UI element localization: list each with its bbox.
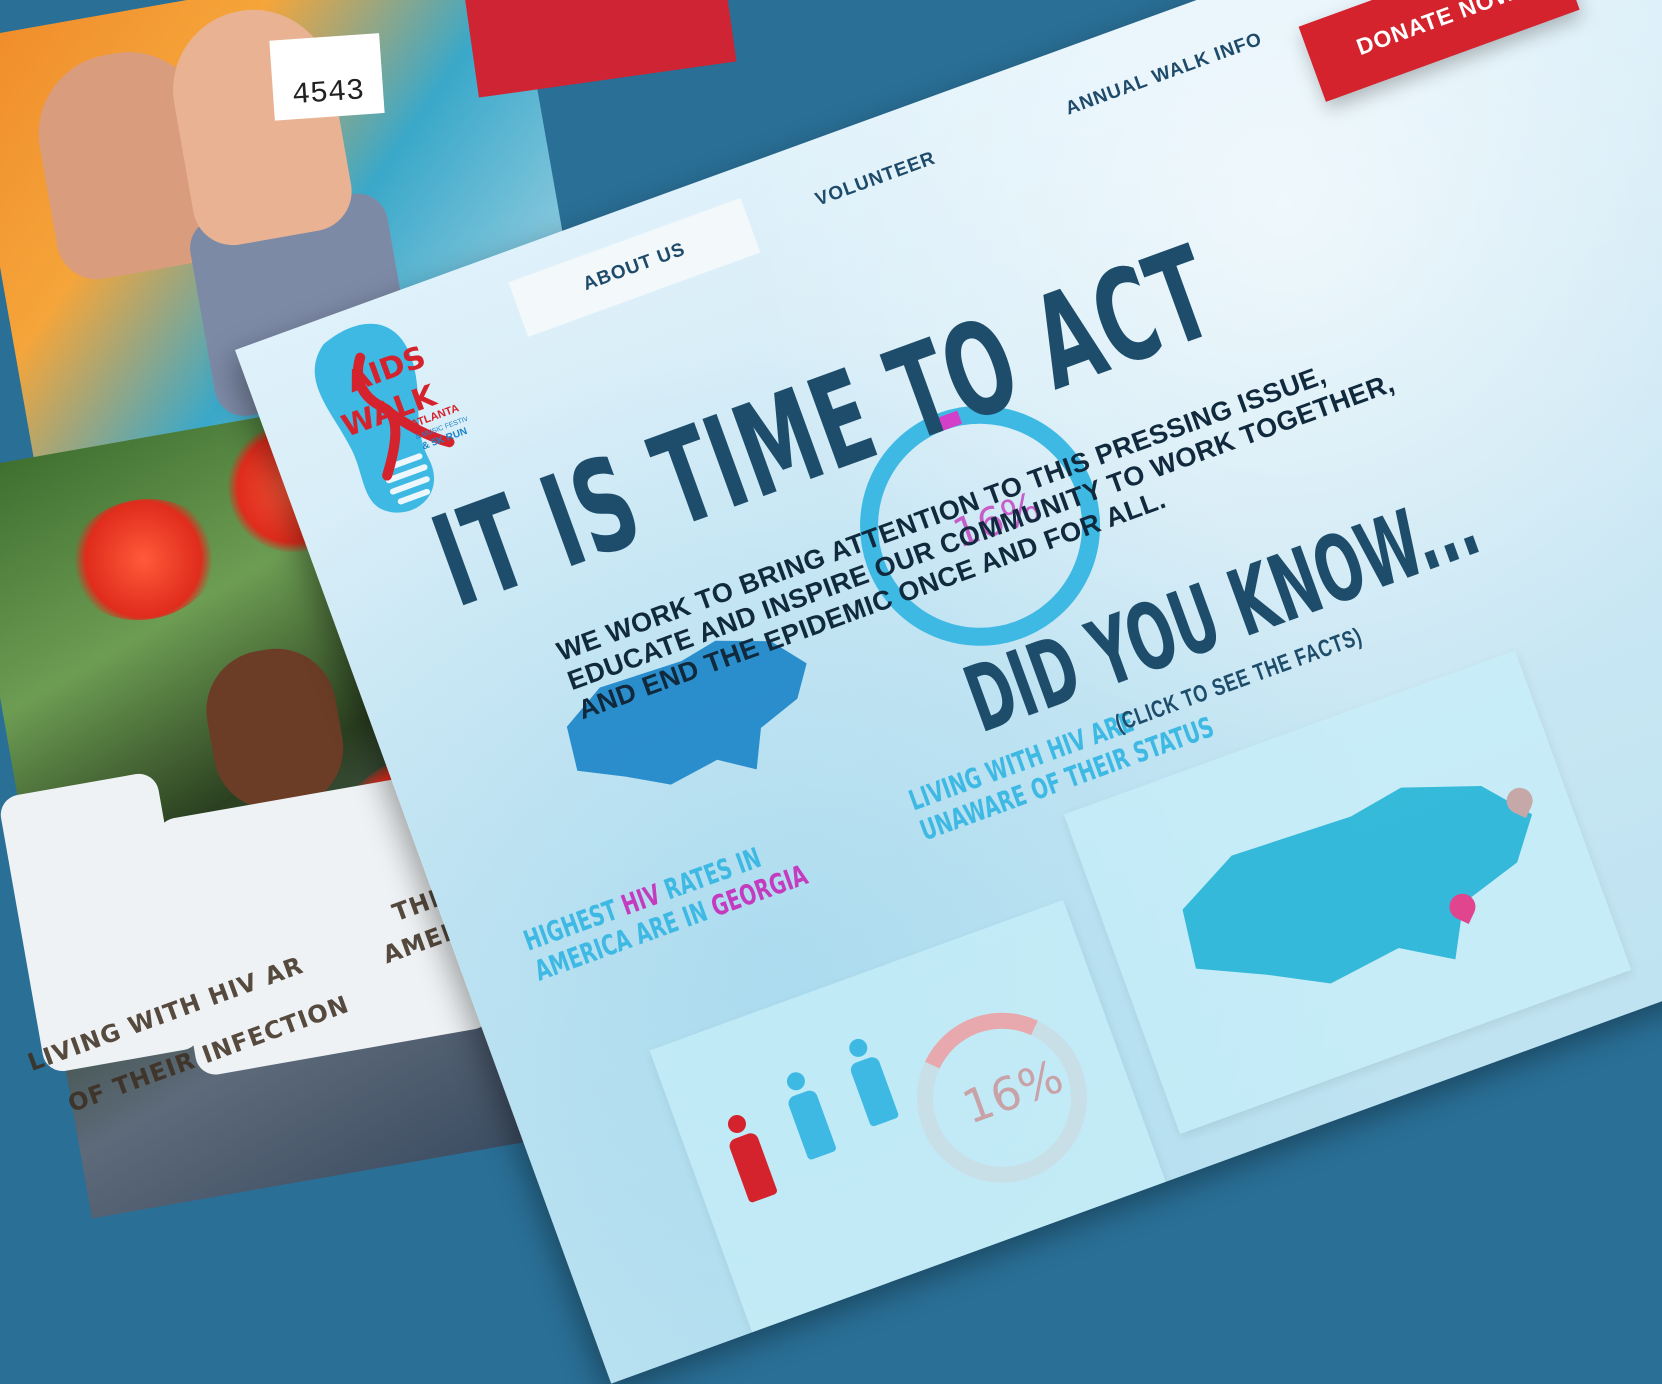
nav-annual-walk-info[interactable]: ANNUAL WALK INFO [991, 0, 1338, 161]
us-map-highlight [1148, 739, 1573, 1057]
pompom [59, 487, 228, 632]
person-red-icon [718, 1110, 781, 1206]
fact-georgia[interactable]: HIGHEST HIV RATES IN AMERICA ARE IN GEOR… [519, 829, 812, 988]
card-ring-percentage: 16% [955, 1048, 1070, 1135]
person-blue-icon [777, 1067, 840, 1163]
red-banner-photo [463, 0, 737, 98]
person-blue-icon [839, 1034, 902, 1130]
donate-button[interactable]: DONATE NOW [1298, 0, 1580, 102]
nav-volunteer[interactable]: VOLUNTEER [741, 107, 1011, 253]
card-ring-chart: 16% [893, 988, 1111, 1207]
race-bib: 4543 [269, 33, 385, 121]
stat-card-people[interactable]: 16% [649, 899, 1166, 1333]
